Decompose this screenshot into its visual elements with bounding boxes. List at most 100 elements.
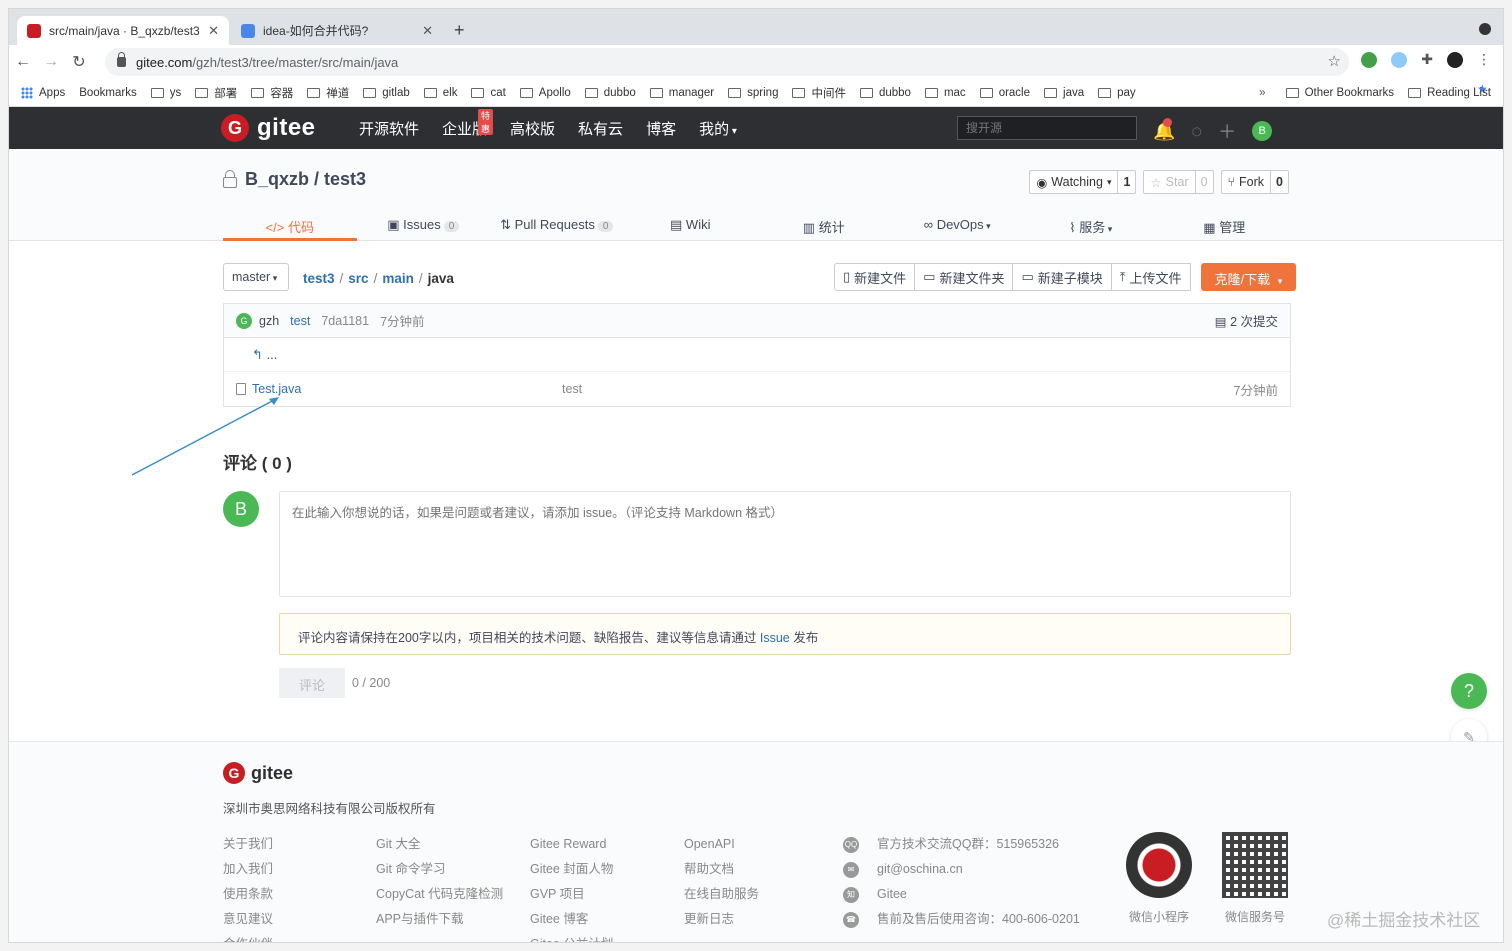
user-avatar[interactable]: B (1252, 121, 1273, 141)
tab-wiki[interactable]: ▤ Wiki (624, 211, 758, 241)
contact-email[interactable]: ✉ git@oschina.cn (843, 857, 1080, 882)
footer-link[interactable]: 关于我们 (223, 832, 273, 857)
gitee-logo[interactable]: G gitee (221, 114, 316, 142)
back-icon[interactable]: ← (9, 53, 37, 71)
bookmark-item[interactable]: oracle (979, 87, 1030, 99)
contact-zhihu[interactable]: 知 Gitee (843, 882, 1080, 907)
bookmark-item[interactable]: dubbo (859, 87, 911, 99)
commit-author[interactable]: gzh (259, 314, 279, 328)
bookmarks-more[interactable]: » (1259, 87, 1265, 99)
footer-link[interactable]: 使用条款 (223, 882, 273, 907)
footer-link[interactable]: 在线自助服务 (684, 882, 759, 907)
reading-list[interactable]: Reading List (1408, 87, 1491, 99)
branch-select[interactable]: master ▾ (223, 263, 289, 291)
nav-blog[interactable]: 博客 (646, 118, 676, 139)
breadcrumb-repo[interactable]: test3 (303, 271, 335, 286)
footer-link[interactable]: 帮助文档 (684, 857, 759, 882)
fork-button[interactable]: ⑂ Fork 0 (1220, 170, 1289, 194)
tab-issues[interactable]: ▣ Issues 0 (357, 211, 491, 241)
footer-link[interactable]: 合作伙伴 (223, 932, 273, 942)
help-button[interactable]: ? (1451, 673, 1487, 709)
footer-link[interactable]: Gitee 封面人物 (530, 857, 613, 882)
comment-input[interactable] (279, 491, 1291, 597)
upload-file-button[interactable]: ⤒ 上传文件 (1111, 263, 1191, 291)
footer-link[interactable]: Git 大全 (376, 832, 503, 857)
tab-manage[interactable]: ▦ 管理 (1158, 211, 1292, 241)
forward-icon[interactable]: → (37, 53, 65, 71)
footer-link[interactable]: 加入我们 (223, 857, 273, 882)
kebab-menu-icon[interactable]: ⋮ (1477, 51, 1491, 68)
browser-tab[interactable]: idea-如何合并代码? ✕ (231, 16, 443, 45)
commit-count[interactable]: ▤ 2 次提交 (1215, 311, 1278, 330)
watch-button[interactable]: ◉ Watching ▾ 1 (1029, 170, 1137, 194)
lightbulb-icon[interactable]: ◌ (1191, 121, 1202, 142)
nav-enterprise[interactable]: 企业版 特惠 (442, 108, 494, 139)
plus-icon[interactable]: ＋ (1218, 118, 1236, 144)
star-button[interactable]: ☆ Star 0 (1143, 170, 1214, 194)
reload-icon[interactable]: ↻ (65, 52, 93, 72)
puzzle-icon[interactable]: ✚ (1421, 51, 1433, 68)
tab-search-icon[interactable] (1479, 23, 1491, 35)
extension-icon[interactable] (1391, 51, 1408, 68)
bookmark-item[interactable]: ys (150, 87, 181, 99)
bookmark-item[interactable]: dubbo (584, 87, 636, 99)
footer-link[interactable]: CopyCat 代码克隆检测 (376, 882, 503, 907)
bookmark-item[interactable]: cat (471, 87, 506, 99)
footer-link[interactable]: 意见建议 (223, 907, 273, 932)
submit-comment-button[interactable]: 评论 (279, 668, 345, 698)
nav-open-source[interactable]: 开源软件 (359, 118, 419, 139)
parent-dir-row[interactable]: ↰ ... (224, 338, 1290, 372)
watch-count[interactable]: 1 (1118, 171, 1135, 193)
bookmark-item[interactable]: manager (649, 87, 714, 99)
bookmark-item[interactable]: 部署 (195, 85, 237, 101)
close-icon[interactable]: ✕ (208, 23, 219, 39)
close-icon[interactable]: ✕ (422, 23, 433, 39)
bell-icon[interactable]: 🔔 (1153, 117, 1175, 142)
repo-owner[interactable]: B_qxzb (245, 169, 309, 190)
bookmark-item[interactable]: 中间件 (792, 85, 846, 101)
fork-count[interactable]: 0 (1271, 171, 1288, 193)
bookmark-item[interactable]: java (1044, 87, 1084, 99)
bookmark-item[interactable]: elk (423, 87, 457, 99)
evernote-icon[interactable] (1361, 51, 1378, 68)
tab-stats[interactable]: ▥ 统计 (757, 211, 891, 241)
nav-private-cloud[interactable]: 私有云 (578, 118, 623, 139)
bookmark-item[interactable]: Apollo (519, 87, 571, 99)
new-tab-button[interactable]: + (454, 20, 465, 41)
new-file-button[interactable]: ▯ 新建文件 (834, 263, 916, 291)
new-submodule-button[interactable]: ▭ 新建子模块 (1013, 263, 1112, 291)
bookmark-item[interactable]: Apps (21, 86, 65, 99)
search-input[interactable] (957, 116, 1137, 140)
footer-link[interactable]: Git 命令学习 (376, 857, 503, 882)
file-name[interactable]: Test.java (236, 382, 562, 396)
nav-education[interactable]: 高校版 (510, 118, 555, 139)
bookmark-item[interactable]: spring (728, 87, 778, 99)
footer-link[interactable]: Gitee 公益计划 (530, 932, 613, 942)
bookmark-item[interactable]: mac (924, 87, 966, 99)
footer-logo[interactable]: G gitee (223, 762, 293, 784)
issue-link[interactable]: Issue (760, 631, 790, 645)
footer-link[interactable]: Gitee 博客 (530, 907, 613, 932)
star-count[interactable]: 0 (1196, 171, 1213, 193)
lock-icon[interactable] (117, 52, 126, 67)
tab-code[interactable]: </> 代码 (223, 211, 357, 241)
tab-devops[interactable]: ∞ DevOps ▾ (891, 211, 1025, 241)
bookmark-item[interactable]: pay (1098, 87, 1136, 99)
profile-avatar[interactable] (1447, 51, 1463, 68)
other-bookmarks[interactable]: Other Bookmarks (1285, 87, 1394, 99)
author-avatar[interactable]: G (236, 312, 252, 329)
clone-download-button[interactable]: 克隆/下载 ▾ (1200, 263, 1297, 291)
browser-tab-active[interactable]: src/main/java · B_qxzb/test3 · ✕ (17, 16, 229, 45)
nav-mine[interactable]: 我的 ▾ (699, 118, 737, 139)
breadcrumb-main[interactable]: main (382, 271, 414, 286)
bookmark-item[interactable]: ★ Bookmarks (79, 83, 1488, 99)
address-bar[interactable]: gitee.com/gzh/test3/tree/master/src/main… (105, 48, 1349, 76)
bookmark-star-icon[interactable]: ☆ (1328, 52, 1341, 70)
footer-link[interactable]: APP与插件下载 (376, 907, 503, 932)
footer-link[interactable]: OpenAPI (684, 832, 759, 857)
tab-services[interactable]: ⌇ 服务 ▾ (1024, 211, 1158, 241)
bookmark-item[interactable]: 容器 (251, 85, 293, 101)
footer-link[interactable]: Gitee Reward (530, 832, 613, 857)
bookmark-item[interactable]: 禅道 (307, 85, 349, 101)
footer-link[interactable]: 更新日志 (684, 907, 759, 932)
